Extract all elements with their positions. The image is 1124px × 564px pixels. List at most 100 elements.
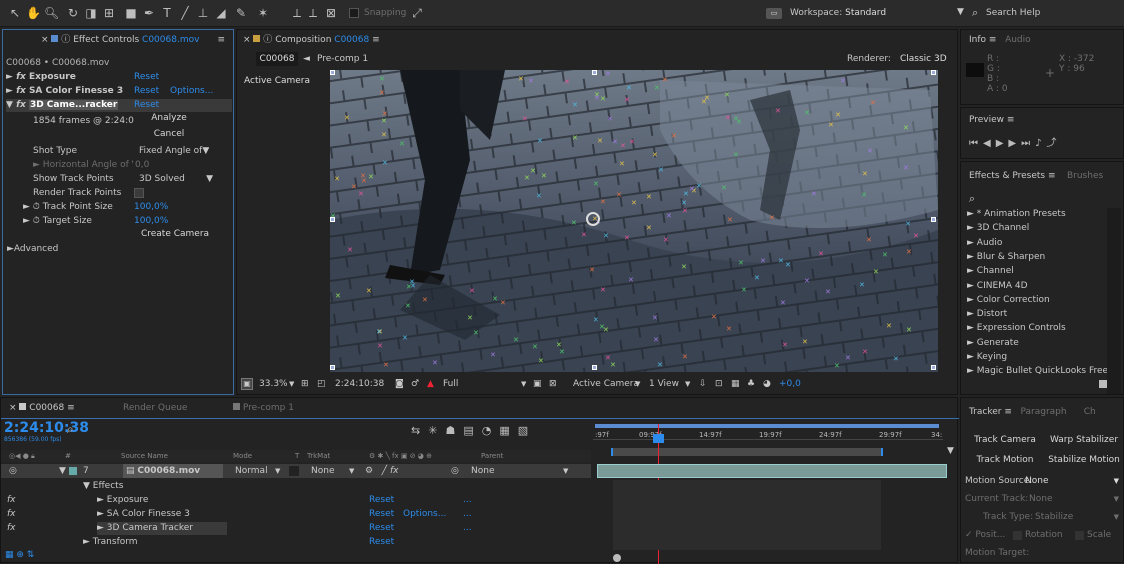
layer-handle-br[interactable] <box>931 365 936 370</box>
track-point[interactable]: ✕ <box>769 215 775 222</box>
parent-dropdown[interactable]: None <box>471 464 494 478</box>
position-checkbox[interactable]: ✓ Posit... <box>965 529 1005 542</box>
track-point[interactable]: ✕ <box>619 161 625 168</box>
render-track-points-checkbox[interactable] <box>134 188 144 198</box>
roto-brush-tool-icon[interactable]: ✎ <box>234 6 248 20</box>
track-point[interactable]: ✕ <box>862 171 868 178</box>
layer-handle-tl[interactable] <box>330 70 335 75</box>
layer-duration-bar[interactable] <box>597 464 947 478</box>
chart-icon[interactable]: ▧ <box>518 424 536 437</box>
track-point[interactable]: ✕ <box>738 260 744 267</box>
track-point[interactable]: ✕ <box>581 232 587 239</box>
preserve-transparency-checkbox[interactable] <box>289 466 299 476</box>
track-point[interactable]: ✕ <box>522 116 528 123</box>
track-point[interactable]: ✕ <box>405 303 411 310</box>
track-point[interactable]: ✕ <box>906 249 912 256</box>
view-axis-icon[interactable]: ⊠ <box>324 6 338 20</box>
track-point[interactable]: ✕ <box>537 138 543 145</box>
track-point[interactable]: ✕ <box>620 143 626 150</box>
track-point[interactable]: ✕ <box>616 192 622 199</box>
current-timecode[interactable]: 2:24:10:38 <box>4 420 89 436</box>
tracker-tab[interactable]: Tracker ≡ Paragraph Ch <box>969 402 1096 422</box>
effects-category-item[interactable]: ► Distort <box>967 308 1007 321</box>
track-point[interactable]: ✕ <box>559 349 565 356</box>
track-point[interactable]: ✕ <box>870 100 876 107</box>
track-point[interactable]: ✕ <box>711 314 717 321</box>
track-point[interactable]: ✕ <box>804 278 810 285</box>
advanced-group[interactable]: ►Advanced <box>7 243 58 256</box>
character-tab[interactable]: Ch <box>1084 407 1096 417</box>
reset-link[interactable]: Reset <box>369 522 394 535</box>
track-point[interactable]: ✕ <box>724 92 730 99</box>
track-point[interactable]: ✕ <box>811 191 817 198</box>
effects-category-item[interactable]: ► Blur & Sharpen <box>967 251 1045 264</box>
mode-dropdown[interactable]: Normal <box>235 464 268 478</box>
camera-tool-icon[interactable]: ◨ <box>84 6 98 20</box>
effects-category-item[interactable]: ► Channel <box>967 265 1014 278</box>
track-point[interactable]: ✕ <box>913 233 919 240</box>
track-point[interactable]: ✕ <box>376 329 382 336</box>
fx-icon[interactable]: fx <box>7 494 16 507</box>
close-icon[interactable]: × <box>243 35 251 45</box>
tl-effect-exposure[interactable]: ► Exposure <box>97 494 148 507</box>
track-point[interactable]: ✕ <box>873 269 879 276</box>
type-tool-icon[interactable]: T <box>160 6 174 20</box>
effects-category-item[interactable]: ► 3D Channel <box>967 222 1029 235</box>
track-type-dropdown[interactable]: Stabilize ▼ <box>1035 511 1121 524</box>
track-point[interactable]: ✕ <box>629 139 635 146</box>
create-camera-button[interactable]: Create Camera <box>137 227 213 242</box>
motion-blur-icon[interactable]: ◔ <box>482 424 500 437</box>
effect-exposure-row[interactable]: ► fx Exposure Reset <box>6 71 232 84</box>
options-link[interactable]: Options... <box>170 85 213 98</box>
prev-frame-icon[interactable]: ◀ <box>983 138 996 149</box>
track-point[interactable]: ✕ <box>653 337 659 344</box>
effects-category-item[interactable]: ► CINEMA 4D <box>967 280 1028 293</box>
track-point[interactable]: ✕ <box>490 352 496 359</box>
chevron-down-icon[interactable]: ▼ <box>563 464 568 478</box>
flowchart-icon[interactable]: ♣ <box>747 374 755 394</box>
track-point[interactable]: ✕ <box>733 152 739 159</box>
panel-menu-icon[interactable]: ≡ <box>1048 171 1056 181</box>
timeline-icon[interactable]: ▦ <box>731 374 740 394</box>
track-point[interactable]: ✕ <box>882 252 888 259</box>
chevron-down-icon[interactable]: ▼ <box>521 374 526 394</box>
eraser-tool-icon[interactable]: ◢ <box>214 6 228 20</box>
local-axis-icon[interactable]: ⟂ <box>290 6 304 20</box>
draft-3d-icon[interactable]: ✳ <box>428 424 445 437</box>
track-point[interactable]: ✕ <box>600 96 606 103</box>
track-point[interactable]: ✕ <box>741 287 747 294</box>
chevron-down-icon[interactable]: ▼ <box>635 374 640 394</box>
shape-tool-icon[interactable]: ■ <box>124 6 138 20</box>
track-point[interactable]: ✕ <box>518 76 524 83</box>
track-point[interactable]: ✕ <box>358 191 364 198</box>
track-point[interactable]: ✕ <box>906 327 912 334</box>
track-point[interactable]: ✕ <box>726 326 732 333</box>
track-point[interactable]: ✕ <box>402 335 408 342</box>
track-point[interactable]: ✕ <box>662 77 668 84</box>
twirl-down-icon[interactable]: ▼ <box>59 464 66 478</box>
snapping-checkbox[interactable] <box>349 8 359 18</box>
play-icon[interactable]: ▶ <box>996 138 1009 149</box>
track-camera-button[interactable]: Track Camera <box>967 430 1043 450</box>
track-point[interactable]: ✕ <box>409 279 415 286</box>
track-point[interactable]: ✕ <box>379 90 385 97</box>
scrollbar[interactable] <box>1107 208 1121 394</box>
reset-link[interactable]: Reset <box>134 85 159 98</box>
clone-tool-icon[interactable]: ⊥ <box>196 6 210 20</box>
track-point[interactable]: ✕ <box>351 184 357 191</box>
track-point[interactable]: ✕ <box>658 167 664 174</box>
track-point[interactable]: ✕ <box>626 85 632 92</box>
track-point[interactable]: ✕ <box>469 288 475 295</box>
effect-controls-tab[interactable]: × ⓘ Effect Controls C00068.mov ≡ <box>41 30 231 50</box>
reset-link[interactable]: Reset <box>369 508 394 521</box>
panel-menu-icon[interactable]: ≡ <box>1004 407 1012 417</box>
track-point[interactable]: ✕ <box>785 262 791 269</box>
track-point[interactable]: ✕ <box>605 71 611 78</box>
reset-exposure-icon[interactable]: ◕ <box>763 374 771 394</box>
tl-effect-tracker[interactable]: ► 3D Camera Tracker <box>97 522 227 535</box>
effects-category-item[interactable]: ► Keying <box>967 351 1007 364</box>
track-point[interactable]: ✕ <box>689 186 695 193</box>
track-point[interactable]: ✕ <box>571 220 577 227</box>
close-icon[interactable]: × <box>41 35 49 45</box>
track-point[interactable]: ✕ <box>556 342 562 349</box>
